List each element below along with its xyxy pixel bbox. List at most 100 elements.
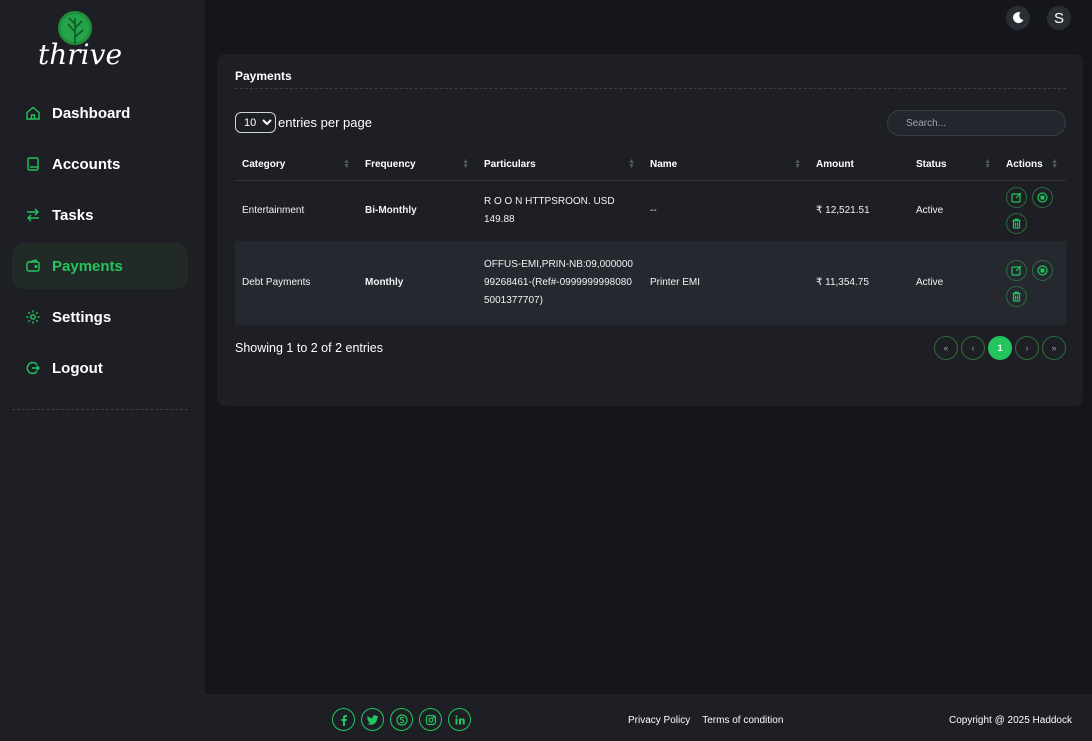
sort-icon: ▲ ▼ xyxy=(1051,158,1058,170)
last-page-button[interactable]: » xyxy=(1042,336,1066,360)
sidebar-item-label: Settings xyxy=(52,308,112,326)
prev-page-button[interactable]: ‹ xyxy=(961,336,985,360)
sort-icon: ▲ ▼ xyxy=(984,158,991,170)
sidebar-nav: Dashboard Accounts Tasks Payments Settin… xyxy=(12,90,188,396)
instagram-icon xyxy=(425,714,436,725)
linkedin-icon xyxy=(454,714,465,724)
wallet-icon xyxy=(26,259,40,272)
stop-icon xyxy=(1037,192,1048,203)
pagination-summary: Showing 1 to 2 of 2 entries xyxy=(235,341,384,355)
table-header-row: Category ▲ ▼ Frequency ▲ ▼ Particulars ▲ ▼ Nam… xyxy=(235,149,1066,181)
facebook-icon xyxy=(340,714,347,726)
social-links xyxy=(332,708,471,731)
page-button-1[interactable]: 1 xyxy=(988,336,1012,360)
instagram-link[interactable] xyxy=(419,708,442,731)
skype-link[interactable] xyxy=(390,708,413,731)
twitter-link[interactable] xyxy=(361,708,384,731)
privacy-policy-link[interactable]: Privacy Policy xyxy=(628,715,690,726)
sidebar-divider xyxy=(12,409,188,410)
search-input[interactable] xyxy=(887,110,1066,136)
gear-icon xyxy=(26,310,40,324)
sidebar-item-label: Tasks xyxy=(52,206,94,224)
delete-button[interactable] xyxy=(1006,213,1027,235)
cell-actions xyxy=(999,180,1066,241)
cell-amount: ₹ 11,354.75 xyxy=(816,277,869,288)
terms-link[interactable]: Terms of condition xyxy=(702,715,783,726)
column-header-particulars[interactable]: Particulars ▲ ▼ xyxy=(477,149,643,181)
sidebar-item-label: Logout xyxy=(52,359,103,377)
header-actions: S xyxy=(1006,6,1071,30)
stop-button[interactable] xyxy=(1032,187,1053,209)
cell-particulars: OFFUS-EMI,PRIN-NB:09,00000099268461-(Ref… xyxy=(484,259,633,306)
delete-button[interactable] xyxy=(1006,285,1027,307)
sort-icon: ▲ ▼ xyxy=(794,158,801,170)
title-divider xyxy=(235,88,1066,89)
cell-particulars: R O O N HTTPSROON. USD 149.88 xyxy=(484,195,615,225)
theme-toggle-button[interactable] xyxy=(1006,6,1030,30)
page-title: Payments xyxy=(235,69,292,83)
cell-status: Active xyxy=(916,204,944,216)
brand-logo[interactable]: thrive xyxy=(38,10,123,72)
per-page-label: entries per page xyxy=(278,115,372,130)
avatar[interactable]: S xyxy=(1047,6,1071,30)
table-row: Debt Payments Monthly OFFUS-EMI,PRIN-NB:… xyxy=(235,241,1066,325)
twitter-icon xyxy=(366,714,378,725)
table-row: Entertainment Bi-Monthly R O O N HTTPSRO… xyxy=(235,180,1066,241)
edit-button[interactable] xyxy=(1006,187,1027,209)
sidebar-item-logout[interactable]: Logout xyxy=(12,345,188,391)
sidebar-item-dashboard[interactable]: Dashboard xyxy=(12,90,188,136)
home-icon xyxy=(26,106,40,120)
first-page-button[interactable]: « xyxy=(934,336,958,360)
cell-frequency: Bi-Monthly xyxy=(365,204,417,216)
sidebar-item-label: Dashboard xyxy=(52,104,131,122)
cell-category: Entertainment xyxy=(242,204,305,216)
linkedin-link[interactable] xyxy=(448,708,471,731)
payments-card: Payments 10 entries per page Category▲▼ … xyxy=(217,54,1083,406)
cell-name: -- xyxy=(650,204,657,216)
sidebar-item-label: Payments xyxy=(52,257,123,275)
brand-name: thrive xyxy=(38,38,123,71)
edit-icon xyxy=(1011,265,1022,276)
logout-icon xyxy=(26,361,40,375)
sort-icon: ▲ ▼ xyxy=(343,158,350,170)
facebook-link[interactable] xyxy=(332,708,355,731)
footer-links: Privacy Policy Terms of condition xyxy=(628,715,783,726)
pagination: « ‹ 1 › » xyxy=(934,336,1066,360)
column-header-name[interactable]: Name ▲ ▼ xyxy=(643,149,809,181)
stop-button[interactable] xyxy=(1032,259,1053,281)
column-header-actions[interactable]: Actions ▲ ▼ xyxy=(999,149,1066,181)
cell-category: Debt Payments xyxy=(242,277,311,288)
next-page-button[interactable]: › xyxy=(1015,336,1039,360)
column-header-amount[interactable]: Amount xyxy=(809,149,909,181)
cell-actions xyxy=(999,241,1066,325)
edit-button[interactable] xyxy=(1006,259,1027,281)
moon-icon xyxy=(1013,12,1024,24)
cell-amount: ₹ 12,521.51 xyxy=(816,204,870,216)
trash-icon xyxy=(1012,218,1021,229)
arrows-swap-icon xyxy=(27,208,39,222)
column-header-frequency[interactable]: Frequency ▲ ▼ xyxy=(358,149,477,181)
column-header-status[interactable]: Status ▲ ▼ xyxy=(909,149,999,181)
sidebar-item-accounts[interactable]: Accounts xyxy=(12,141,188,187)
book-icon xyxy=(27,157,39,171)
payments-table: Category ▲ ▼ Frequency ▲ ▼ Particulars ▲ ▼ Nam… xyxy=(235,149,1066,325)
footer: Privacy Policy Terms of condition Copyri… xyxy=(205,694,1092,741)
trash-icon xyxy=(1012,291,1021,302)
sidebar-item-payments[interactable]: Payments xyxy=(12,243,188,289)
per-page-select[interactable]: 10 xyxy=(235,112,276,133)
per-page-control: 10 entries per page xyxy=(235,112,372,133)
sidebar-item-label: Accounts xyxy=(52,155,121,173)
cell-status: Active xyxy=(916,277,944,288)
edit-icon xyxy=(1011,192,1022,203)
cell-frequency: Monthly xyxy=(365,277,404,288)
sort-icon: ▲ ▼ xyxy=(628,158,635,170)
copyright: Copyright @ 2025 Haddock xyxy=(949,715,1072,726)
column-header-category[interactable]: Category ▲ ▼ xyxy=(235,149,358,181)
cell-name: Printer EMI xyxy=(650,277,701,288)
skype-icon xyxy=(395,713,408,726)
sort-icon: ▲ ▼ xyxy=(462,158,469,170)
sidebar-item-tasks[interactable]: Tasks xyxy=(12,192,188,238)
sidebar-item-settings[interactable]: Settings xyxy=(12,294,188,340)
sidebar: thrive Dashboard Accounts Tasks Payments… xyxy=(0,0,205,741)
stop-icon xyxy=(1037,264,1048,276)
